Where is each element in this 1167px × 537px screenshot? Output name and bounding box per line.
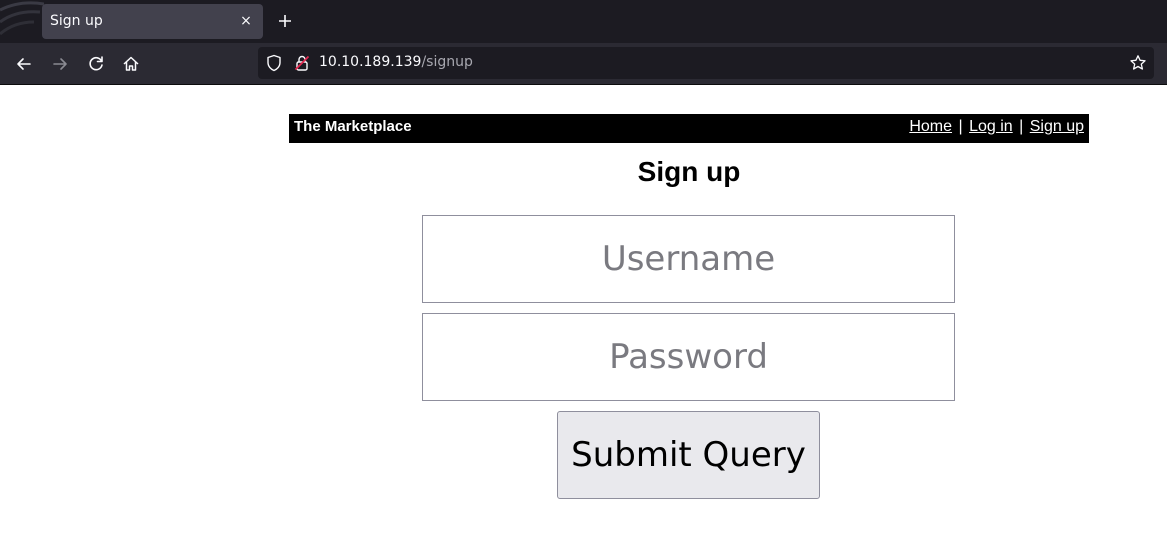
site-brand: The Marketplace: [294, 118, 412, 135]
forward-icon[interactable]: [49, 53, 71, 75]
page-title: Sign up: [637, 156, 741, 187]
bookmark-star-icon[interactable]: [1128, 53, 1148, 73]
site-nav: Home | Log in | Sign up: [909, 118, 1084, 136]
submit-button[interactable]: Submit Query: [557, 411, 820, 499]
nav-login-link[interactable]: Log in: [969, 118, 1013, 135]
url-path: /signup: [421, 54, 473, 70]
reload-icon[interactable]: [85, 53, 107, 75]
username-input[interactable]: [422, 215, 955, 303]
browser-tab-strip: Sign up ×: [0, 0, 1167, 43]
shield-icon[interactable]: [264, 53, 284, 73]
password-input[interactable]: [422, 313, 955, 401]
url-host: 10.10.189.139: [319, 54, 422, 70]
address-bar[interactable]: 10.10.189.139/signup: [258, 47, 1154, 79]
nav-home-link[interactable]: Home: [909, 118, 952, 135]
browser-toolbar: 10.10.189.139/signup: [0, 43, 1167, 85]
home-icon[interactable]: [120, 53, 142, 75]
nav-signup-link[interactable]: Sign up: [1030, 118, 1084, 135]
nav-separator: |: [958, 118, 963, 135]
new-tab-icon[interactable]: [274, 10, 296, 32]
url-text[interactable]: 10.10.189.139/signup: [319, 54, 473, 70]
window-decoration: [0, 0, 44, 43]
close-icon[interactable]: ×: [237, 12, 255, 30]
site-header: The Marketplace Home | Log in | Sign up: [289, 114, 1089, 143]
page-content: The Marketplace Home | Log in | Sign up …: [0, 85, 1167, 537]
tab-title: Sign up: [50, 13, 103, 29]
tab-sign-up[interactable]: Sign up ×: [42, 4, 263, 39]
back-icon[interactable]: [13, 53, 35, 75]
insecure-lock-icon[interactable]: [292, 53, 312, 73]
nav-separator: |: [1019, 118, 1024, 135]
